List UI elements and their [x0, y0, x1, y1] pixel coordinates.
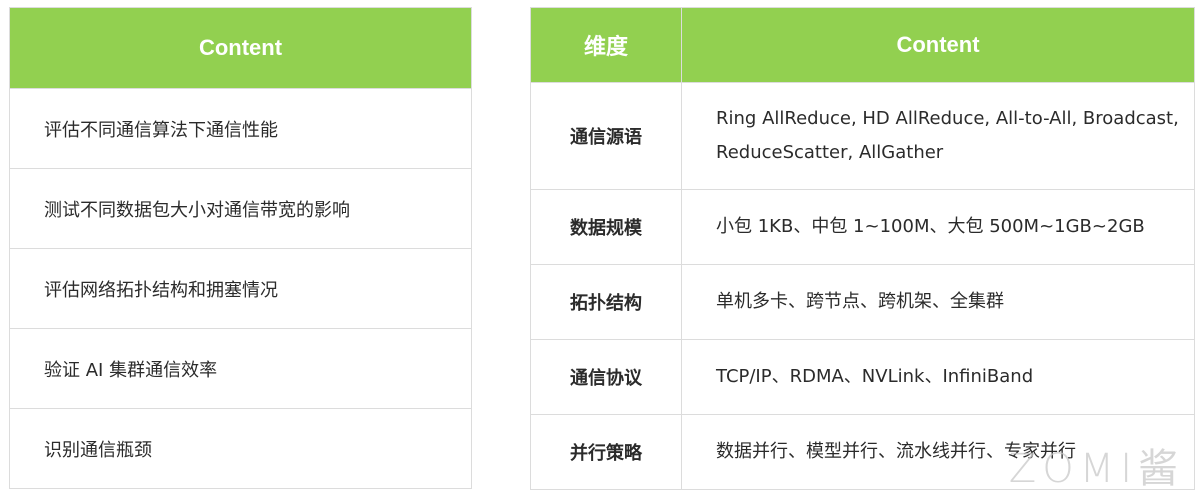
dimensions-header-dimension: 维度	[530, 7, 682, 83]
table-row: 验证 AI 集群通信效率	[9, 328, 472, 409]
objective-cell: 评估网络拓扑结构和拥塞情况	[9, 248, 472, 329]
table-row: 通信源语 Ring AllReduce, HD AllReduce, All-t…	[530, 82, 1195, 190]
table-row: 拓扑结构 单机多卡、跨节点、跨机架、全集群	[530, 264, 1195, 340]
objective-cell: 验证 AI 集群通信效率	[9, 328, 472, 409]
table-row: 数据规模 小包 1KB、中包 1~100M、大包 500M~1GB~2GB	[530, 189, 1195, 265]
dimension-cell: 通信协议	[530, 339, 682, 415]
dimensions-table: 维度 Content 通信源语 Ring AllReduce, HD AllRe…	[530, 7, 1195, 490]
objectives-header-row: Content	[9, 7, 472, 89]
dimension-cell: 通信源语	[530, 82, 682, 190]
dimensions-header-row: 维度 Content	[530, 7, 1195, 83]
table-row: 评估网络拓扑结构和拥塞情况	[9, 248, 472, 329]
content-cell: Ring AllReduce, HD AllReduce, All-to-All…	[681, 82, 1195, 190]
objective-cell: 识别通信瓶颈	[9, 408, 472, 489]
table-row: 通信协议 TCP/IP、RDMA、NVLink、InfiniBand	[530, 339, 1195, 415]
objectives-table: Content 评估不同通信算法下通信性能 测试不同数据包大小对通信带宽的影响 …	[9, 7, 472, 489]
table-row: 并行策略 数据并行、模型并行、流水线并行、专家并行	[530, 414, 1195, 490]
dimension-cell: 数据规模	[530, 189, 682, 265]
objectives-header-content: Content	[9, 7, 472, 89]
dimension-cell: 并行策略	[530, 414, 682, 490]
objective-cell: 评估不同通信算法下通信性能	[9, 88, 472, 169]
table-row: 识别通信瓶颈	[9, 408, 472, 489]
content-cell: 单机多卡、跨节点、跨机架、全集群	[681, 264, 1195, 340]
table-row: 评估不同通信算法下通信性能	[9, 88, 472, 169]
content-cell: TCP/IP、RDMA、NVLink、InfiniBand	[681, 339, 1195, 415]
content-cell: 数据并行、模型并行、流水线并行、专家并行	[681, 414, 1195, 490]
objective-cell: 测试不同数据包大小对通信带宽的影响	[9, 168, 472, 249]
content-cell: 小包 1KB、中包 1~100M、大包 500M~1GB~2GB	[681, 189, 1195, 265]
dimensions-header-content: Content	[681, 7, 1195, 83]
table-row: 测试不同数据包大小对通信带宽的影响	[9, 168, 472, 249]
dimension-cell: 拓扑结构	[530, 264, 682, 340]
